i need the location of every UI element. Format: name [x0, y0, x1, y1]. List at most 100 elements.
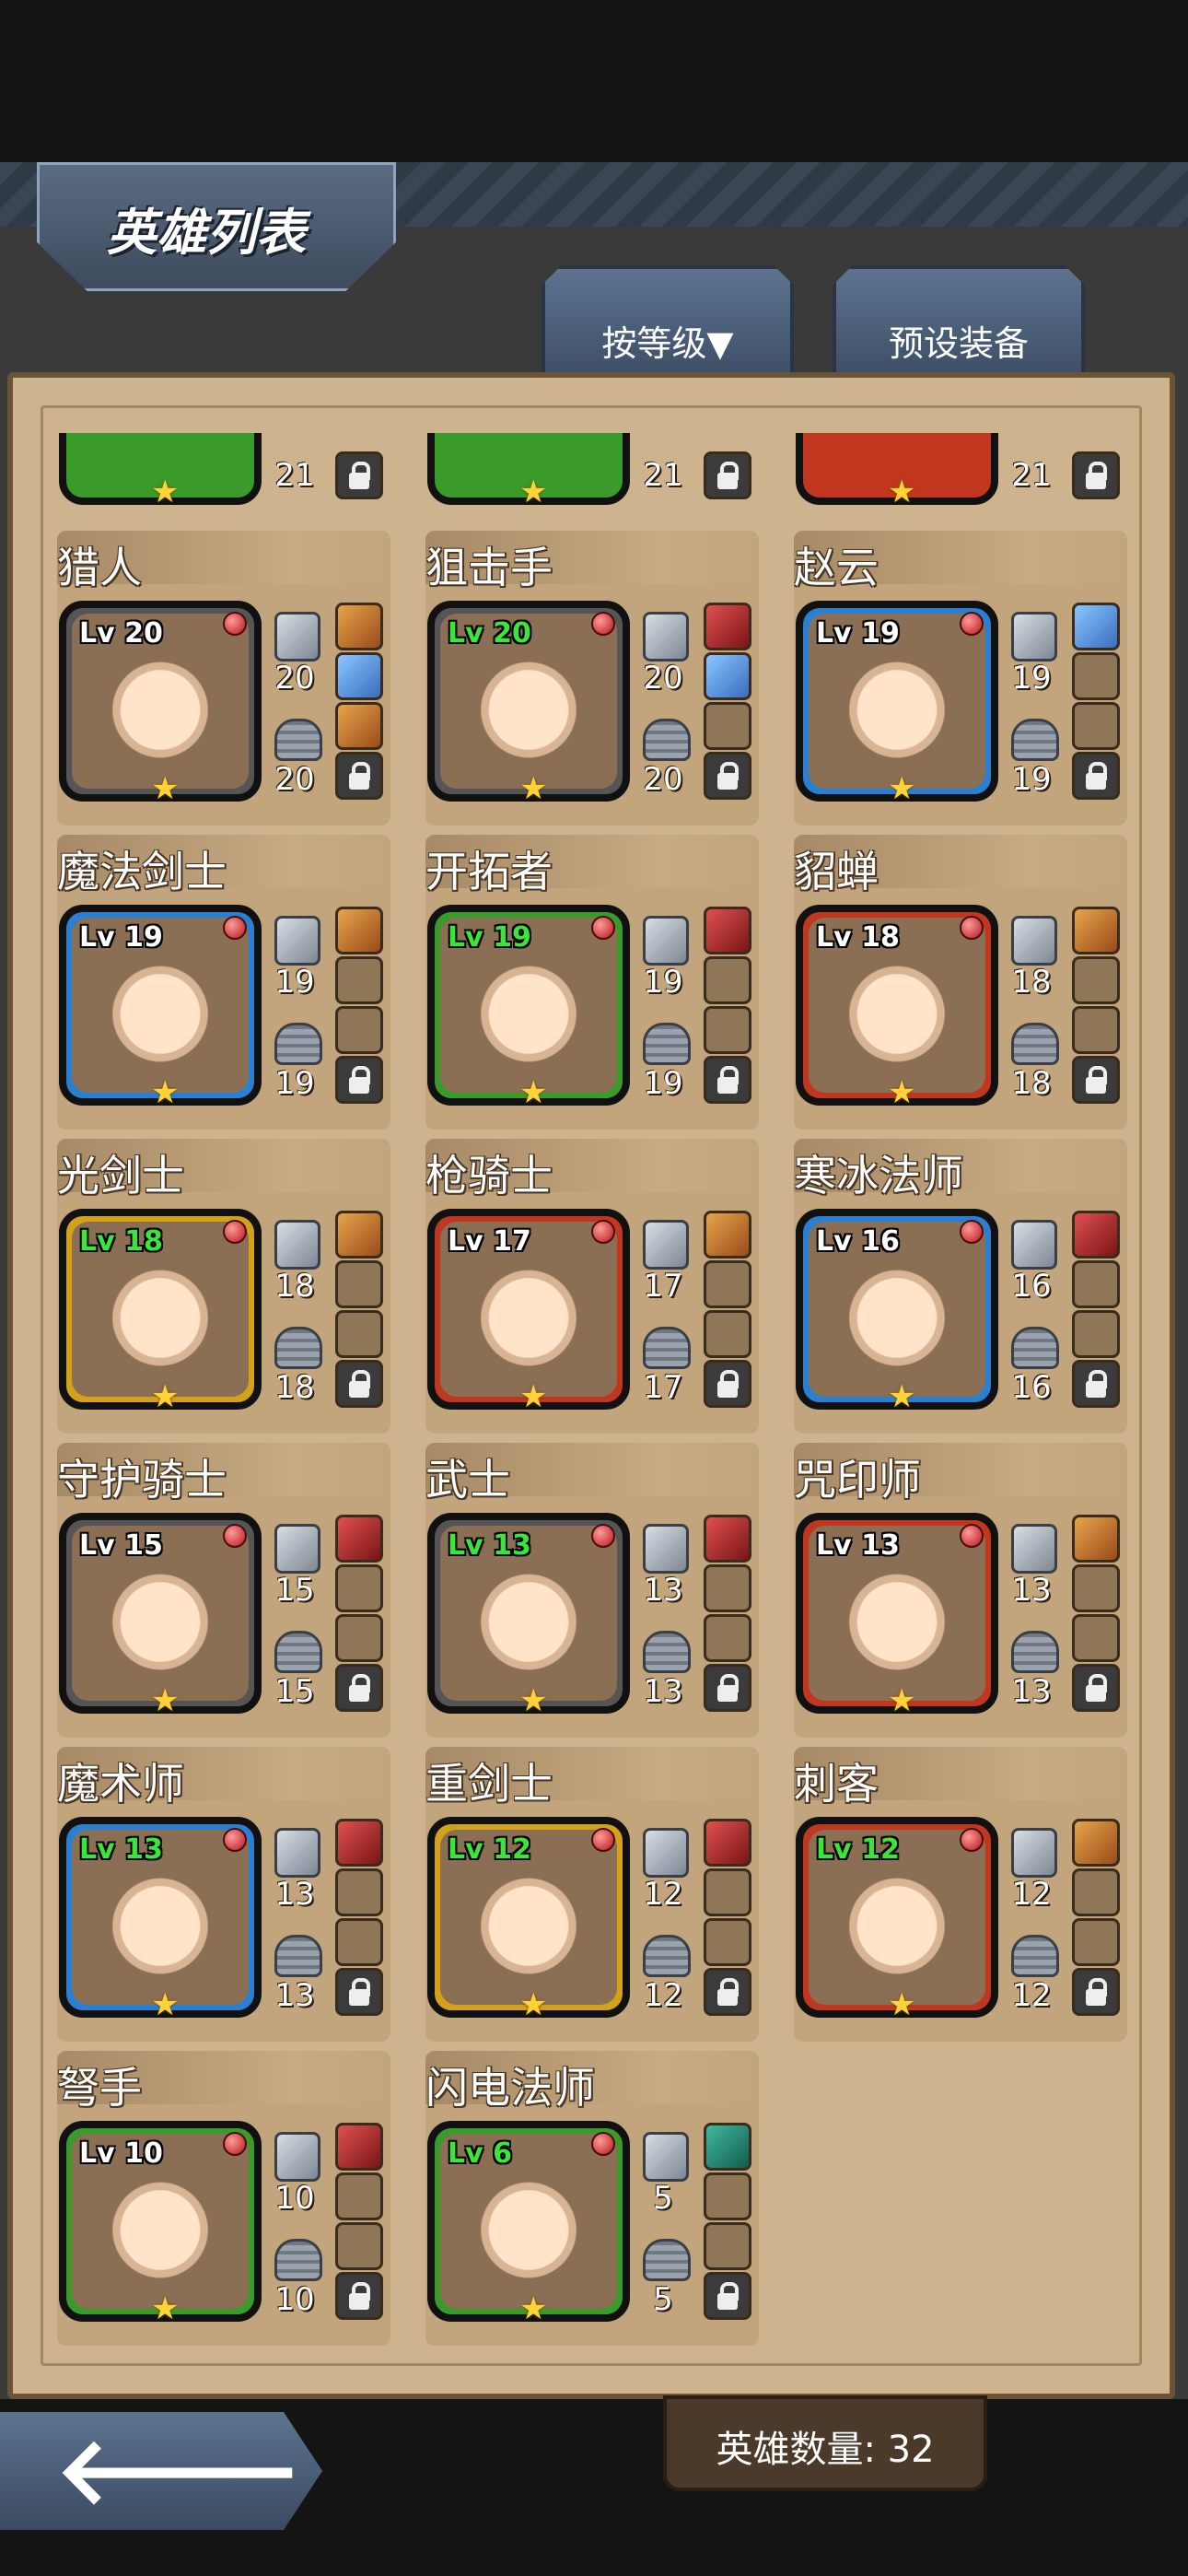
hero-portrait[interactable]: Lv 13 ★: [427, 1513, 630, 1719]
equipment-slot[interactable]: [335, 907, 383, 954]
lock-icon[interactable]: [1072, 1360, 1120, 1408]
hero-portrait[interactable]: Lv 12 ★: [427, 1817, 630, 2023]
sort-by-level-tab[interactable]: 按等级▼: [542, 265, 794, 376]
equipment-slot[interactable]: [1072, 1515, 1120, 1563]
equipment-slot[interactable]: [704, 907, 751, 954]
hero-portrait[interactable]: Lv 18 ★: [59, 1209, 262, 1415]
empty-equipment-slot[interactable]: [1072, 1918, 1120, 1966]
empty-equipment-slot[interactable]: [335, 1564, 383, 1612]
empty-equipment-slot[interactable]: [335, 1614, 383, 1662]
equipment-slot[interactable]: [335, 1515, 383, 1563]
hero-portrait[interactable]: Lv 13 ★: [59, 1817, 262, 2023]
lock-icon[interactable]: [704, 1056, 751, 1104]
hero-portrait[interactable]: Lv 19 ★: [796, 601, 998, 807]
empty-equipment-slot[interactable]: [704, 1614, 751, 1662]
hero-portrait[interactable]: Lv 19 ★: [59, 905, 262, 1111]
hero-portrait[interactable]: Lv 15 ★: [59, 1513, 262, 1719]
lock-icon[interactable]: [1072, 752, 1120, 800]
equipment-slot[interactable]: [335, 2123, 383, 2171]
empty-equipment-slot[interactable]: [1072, 1006, 1120, 1054]
equipment-slot[interactable]: [704, 1515, 751, 1563]
empty-equipment-slot[interactable]: [704, 1310, 751, 1358]
hero-card[interactable]: 赵云 Lv 19 ★ 19 19: [794, 531, 1127, 825]
equipment-slot[interactable]: [704, 1211, 751, 1259]
lock-icon[interactable]: [704, 1968, 751, 2016]
empty-equipment-slot[interactable]: [335, 2172, 383, 2220]
empty-equipment-slot[interactable]: [335, 1868, 383, 1916]
lock-icon[interactable]: [1072, 1968, 1120, 2016]
empty-equipment-slot[interactable]: [1072, 1614, 1120, 1662]
hero-card[interactable]: 狙击手 Lv 20 ★ 20 20: [425, 531, 759, 825]
lock-icon[interactable]: [335, 752, 383, 800]
equipment-slot[interactable]: [335, 1819, 383, 1867]
hero-card-partial[interactable]: ★ 21: [425, 433, 759, 507]
equipment-slot[interactable]: [704, 603, 751, 650]
lock-icon[interactable]: [335, 1360, 383, 1408]
empty-equipment-slot[interactable]: [1072, 1564, 1120, 1612]
lock-icon[interactable]: [335, 1968, 383, 2016]
lock-icon[interactable]: [335, 2272, 383, 2320]
hero-card[interactable]: 貂蝉 Lv 18 ★ 18 18: [794, 835, 1127, 1130]
lock-icon[interactable]: [704, 752, 751, 800]
empty-equipment-slot[interactable]: [704, 1868, 751, 1916]
equipment-slot[interactable]: [335, 652, 383, 700]
hero-card[interactable]: 守护骑士 Lv 15 ★ 15 15: [57, 1443, 390, 1738]
hero-portrait[interactable]: Lv 16 ★: [796, 1209, 998, 1415]
empty-equipment-slot[interactable]: [704, 2222, 751, 2270]
preset-equipment-tab[interactable]: 预设装备: [833, 265, 1085, 376]
hero-card[interactable]: 武士 Lv 13 ★ 13 13: [425, 1443, 759, 1738]
empty-equipment-slot[interactable]: [704, 702, 751, 750]
hero-card[interactable]: 重剑士 Lv 12 ★ 12 12: [425, 1747, 759, 2042]
hero-portrait[interactable]: Lv 6 ★: [427, 2121, 630, 2327]
empty-equipment-slot[interactable]: [1072, 652, 1120, 700]
hero-card[interactable]: 寒冰法师 Lv 16 ★ 16 16: [794, 1139, 1127, 1434]
empty-equipment-slot[interactable]: [1072, 1260, 1120, 1308]
hero-card-partial[interactable]: ★ 21: [57, 433, 390, 507]
empty-equipment-slot[interactable]: [704, 1006, 751, 1054]
equipment-slot[interactable]: [1072, 907, 1120, 954]
equipment-slot[interactable]: [704, 652, 751, 700]
equipment-slot[interactable]: [335, 603, 383, 650]
lock-icon[interactable]: [704, 1664, 751, 1712]
hero-portrait[interactable]: Lv 17 ★: [427, 1209, 630, 1415]
empty-equipment-slot[interactable]: [1072, 702, 1120, 750]
equipment-slot[interactable]: [1072, 603, 1120, 650]
equipment-slot[interactable]: [335, 702, 383, 750]
hero-card[interactable]: 魔法剑士 Lv 19 ★ 19 19: [57, 835, 390, 1130]
hero-portrait[interactable]: Lv 20 ★: [59, 601, 262, 807]
lock-icon[interactable]: [1072, 1056, 1120, 1104]
hero-card[interactable]: 开拓者 Lv 19 ★ 19 19: [425, 835, 759, 1130]
empty-equipment-slot[interactable]: [335, 1310, 383, 1358]
hero-card[interactable]: 枪骑士 Lv 17 ★ 17 17: [425, 1139, 759, 1434]
hero-portrait[interactable]: Lv 13 ★: [796, 1513, 998, 1719]
lock-icon[interactable]: [1072, 1664, 1120, 1712]
equipment-slot[interactable]: [335, 1211, 383, 1259]
hero-portrait[interactable]: Lv 12 ★: [796, 1817, 998, 2023]
lock-icon[interactable]: [704, 1360, 751, 1408]
lock-icon[interactable]: [335, 1664, 383, 1712]
empty-equipment-slot[interactable]: [335, 1006, 383, 1054]
hero-card[interactable]: 弩手 Lv 10 ★ 10 10: [57, 2051, 390, 2346]
hero-card[interactable]: 咒印师 Lv 13 ★ 13 13: [794, 1443, 1127, 1738]
lock-icon[interactable]: [704, 2272, 751, 2320]
hero-card[interactable]: 猎人 Lv 20 ★ 20 20: [57, 531, 390, 825]
back-arrow-icon[interactable]: 🡐: [55, 2425, 302, 2517]
equipment-slot[interactable]: [704, 1819, 751, 1867]
empty-equipment-slot[interactable]: [704, 1564, 751, 1612]
empty-equipment-slot[interactable]: [1072, 956, 1120, 1004]
empty-equipment-slot[interactable]: [335, 956, 383, 1004]
hero-card[interactable]: 魔术师 Lv 13 ★ 13 13: [57, 1747, 390, 2042]
hero-portrait[interactable]: Lv 19 ★: [427, 905, 630, 1111]
lock-icon[interactable]: [335, 1056, 383, 1104]
hero-card[interactable]: 刺客 Lv 12 ★ 12 12: [794, 1747, 1127, 2042]
equipment-slot[interactable]: [1072, 1819, 1120, 1867]
empty-equipment-slot[interactable]: [335, 1260, 383, 1308]
empty-equipment-slot[interactable]: [704, 1260, 751, 1308]
empty-equipment-slot[interactable]: [335, 1918, 383, 1966]
empty-equipment-slot[interactable]: [1072, 1310, 1120, 1358]
hero-portrait[interactable]: Lv 10 ★: [59, 2121, 262, 2327]
empty-equipment-slot[interactable]: [704, 956, 751, 1004]
empty-equipment-slot[interactable]: [1072, 1868, 1120, 1916]
equipment-slot[interactable]: [1072, 1211, 1120, 1259]
equipment-slot[interactable]: [704, 2123, 751, 2171]
